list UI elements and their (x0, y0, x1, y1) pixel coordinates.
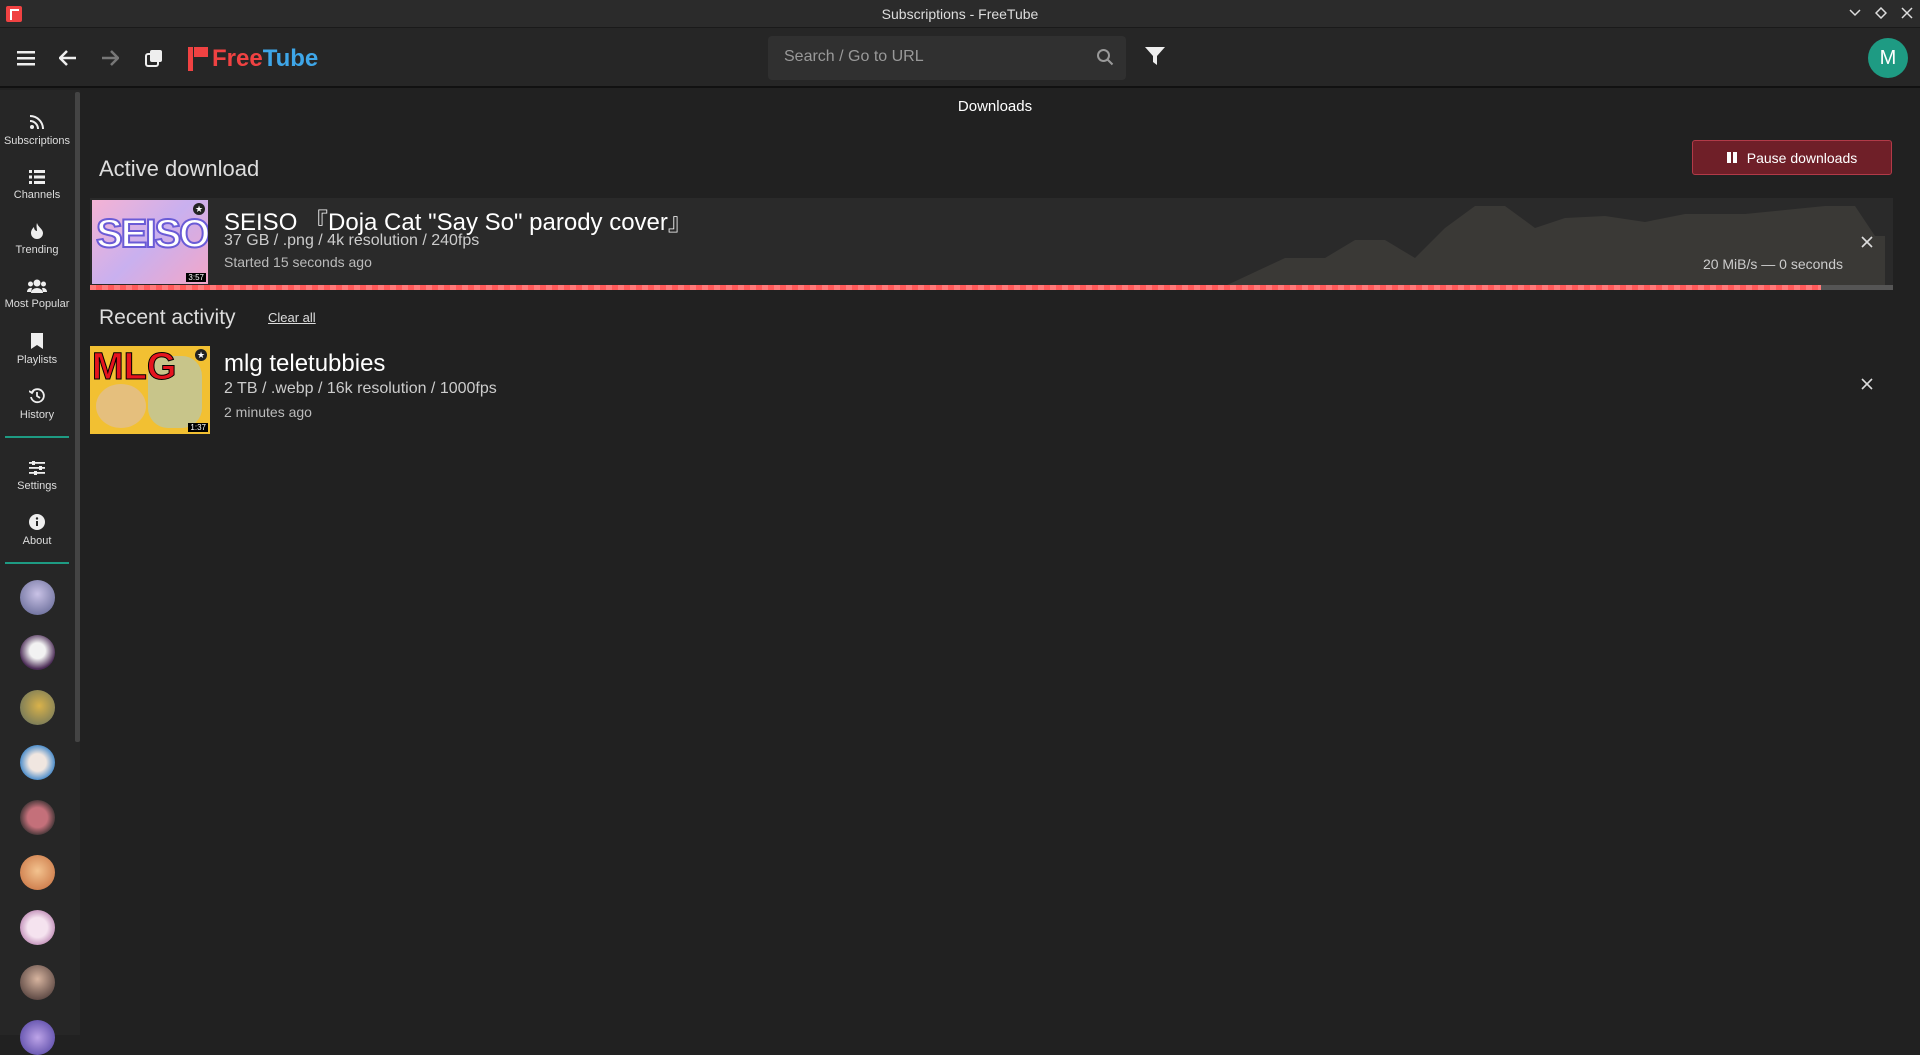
download-time: 2 minutes ago (224, 404, 312, 420)
sidebar-item-about[interactable]: About (0, 504, 74, 556)
pause-downloads-button[interactable]: Pause downloads (1692, 140, 1892, 175)
window-title: Subscriptions - FreeTube (881, 6, 1039, 22)
close-icon[interactable] (1857, 374, 1877, 394)
sidebar-item-settings[interactable]: Settings (0, 450, 74, 502)
channel-avatar[interactable] (20, 1020, 55, 1055)
rss-icon (29, 114, 44, 129)
channel-avatar[interactable] (20, 690, 55, 725)
window-titlebar: Subscriptions - FreeTube (0, 0, 1920, 28)
maximize-icon[interactable] (1872, 4, 1890, 22)
sidebar-item-label: Settings (17, 479, 57, 492)
page-title: Downloads (957, 98, 1033, 115)
active-download-heading: Active download (99, 156, 260, 181)
video-thumbnail[interactable]: SEISO ★ 3:57 (92, 200, 208, 284)
sidebar-item-channels[interactable]: Channels (0, 159, 74, 211)
back-arrow-icon[interactable] (52, 42, 84, 74)
clear-all-link[interactable]: Clear all (268, 310, 316, 325)
favorite-star-icon[interactable]: ★ (193, 203, 205, 215)
logo-tube-text: Tube (262, 45, 319, 72)
download-title[interactable]: mlg teletubbies (224, 350, 385, 378)
fire-icon (31, 222, 43, 239)
sliders-icon (29, 460, 45, 475)
sidebar-item-history[interactable]: History (0, 378, 74, 430)
history-icon (29, 387, 45, 403)
thumbnail-image-part (96, 384, 146, 428)
sidebar-item-label: History (19, 408, 55, 421)
search-icon[interactable] (1096, 48, 1114, 71)
sidebar-item-label: About (22, 534, 52, 547)
search-input[interactable]: Search / Go to URL (768, 36, 1126, 80)
sidebar-item-label: Trending (15, 243, 59, 256)
download-progress-fill (90, 285, 1821, 290)
thumbnail-text: MLG (91, 346, 177, 389)
close-icon[interactable] (1857, 232, 1877, 252)
video-duration: 3:57 (186, 273, 206, 282)
sidebar-item-label: Channels (13, 188, 61, 201)
users-icon (27, 279, 47, 293)
forward-arrow-icon[interactable] (94, 42, 126, 74)
bookmark-icon (31, 332, 43, 349)
list-icon (29, 169, 45, 184)
top-navigation: Free Tube Search / Go to URL M (0, 28, 1920, 88)
sidebar-item-label: Most Popular (4, 297, 70, 310)
sidebar-item-playlists[interactable]: Playlists (0, 323, 74, 375)
recent-activity-heading: Recent activity (99, 306, 236, 329)
channel-avatar[interactable] (20, 910, 55, 945)
minimize-icon[interactable] (1846, 4, 1864, 22)
video-thumbnail[interactable]: MLG ★ 1:37 (90, 346, 210, 434)
sidebar: Subscriptions Channels Trending Most Pop… (0, 90, 80, 1055)
pause-downloads-label: Pause downloads (1746, 149, 1858, 166)
channel-avatar[interactable] (20, 855, 55, 890)
sidebar-item-label: Subscriptions (3, 134, 71, 147)
download-progress-bar (90, 285, 1893, 290)
sidebar-item-most-popular[interactable]: Most Popular (0, 268, 74, 320)
menu-icon[interactable] (10, 42, 42, 74)
recent-activity-item[interactable]: MLG ★ 1:37 mlg teletubbies 2 TB / .webp … (90, 346, 1893, 436)
close-window-icon[interactable] (1898, 4, 1916, 22)
sidebar-divider (5, 436, 69, 438)
search-placeholder: Search / Go to URL (784, 48, 924, 65)
video-duration: 1:37 (188, 423, 208, 432)
thumbnail-text: SEISO (95, 211, 208, 257)
favorite-star-icon[interactable]: ★ (195, 349, 207, 361)
channel-avatar[interactable] (20, 580, 55, 615)
filter-icon[interactable] (1144, 46, 1166, 71)
freetube-logo[interactable]: Free Tube (186, 44, 318, 74)
logo-free-text: Free (212, 45, 263, 72)
sidebar-item-subscriptions[interactable]: Subscriptions (0, 104, 74, 156)
profile-avatar[interactable]: M (1868, 38, 1908, 78)
sidebar-divider (5, 562, 69, 564)
download-meta: 37 GB / .png / 4k resolution / 240fps (224, 232, 480, 249)
download-meta: 2 TB / .webp / 16k resolution / 1000fps (224, 380, 497, 397)
download-speed: 20 MiB/s — 0 seconds (1702, 256, 1843, 272)
speed-graph (1225, 206, 1885, 286)
channel-avatar[interactable] (20, 745, 55, 780)
sidebar-item-label: Playlists (16, 353, 58, 366)
pause-icon (1726, 152, 1737, 163)
logo-flag-icon (186, 47, 208, 71)
new-window-icon[interactable] (138, 42, 170, 74)
downloads-page: Downloads Active download Pause download… (80, 90, 1910, 1035)
channel-avatar[interactable] (20, 800, 55, 835)
download-started: Started 15 seconds ago (224, 254, 372, 270)
info-icon (29, 513, 45, 530)
channel-avatar[interactable] (20, 635, 55, 670)
sidebar-item-trending[interactable]: Trending (0, 213, 74, 265)
channel-avatar[interactable] (20, 965, 55, 1000)
active-download-item[interactable]: SEISO ★ 3:57 SEISO 『Doja Cat "Say So" pa… (90, 198, 1893, 290)
